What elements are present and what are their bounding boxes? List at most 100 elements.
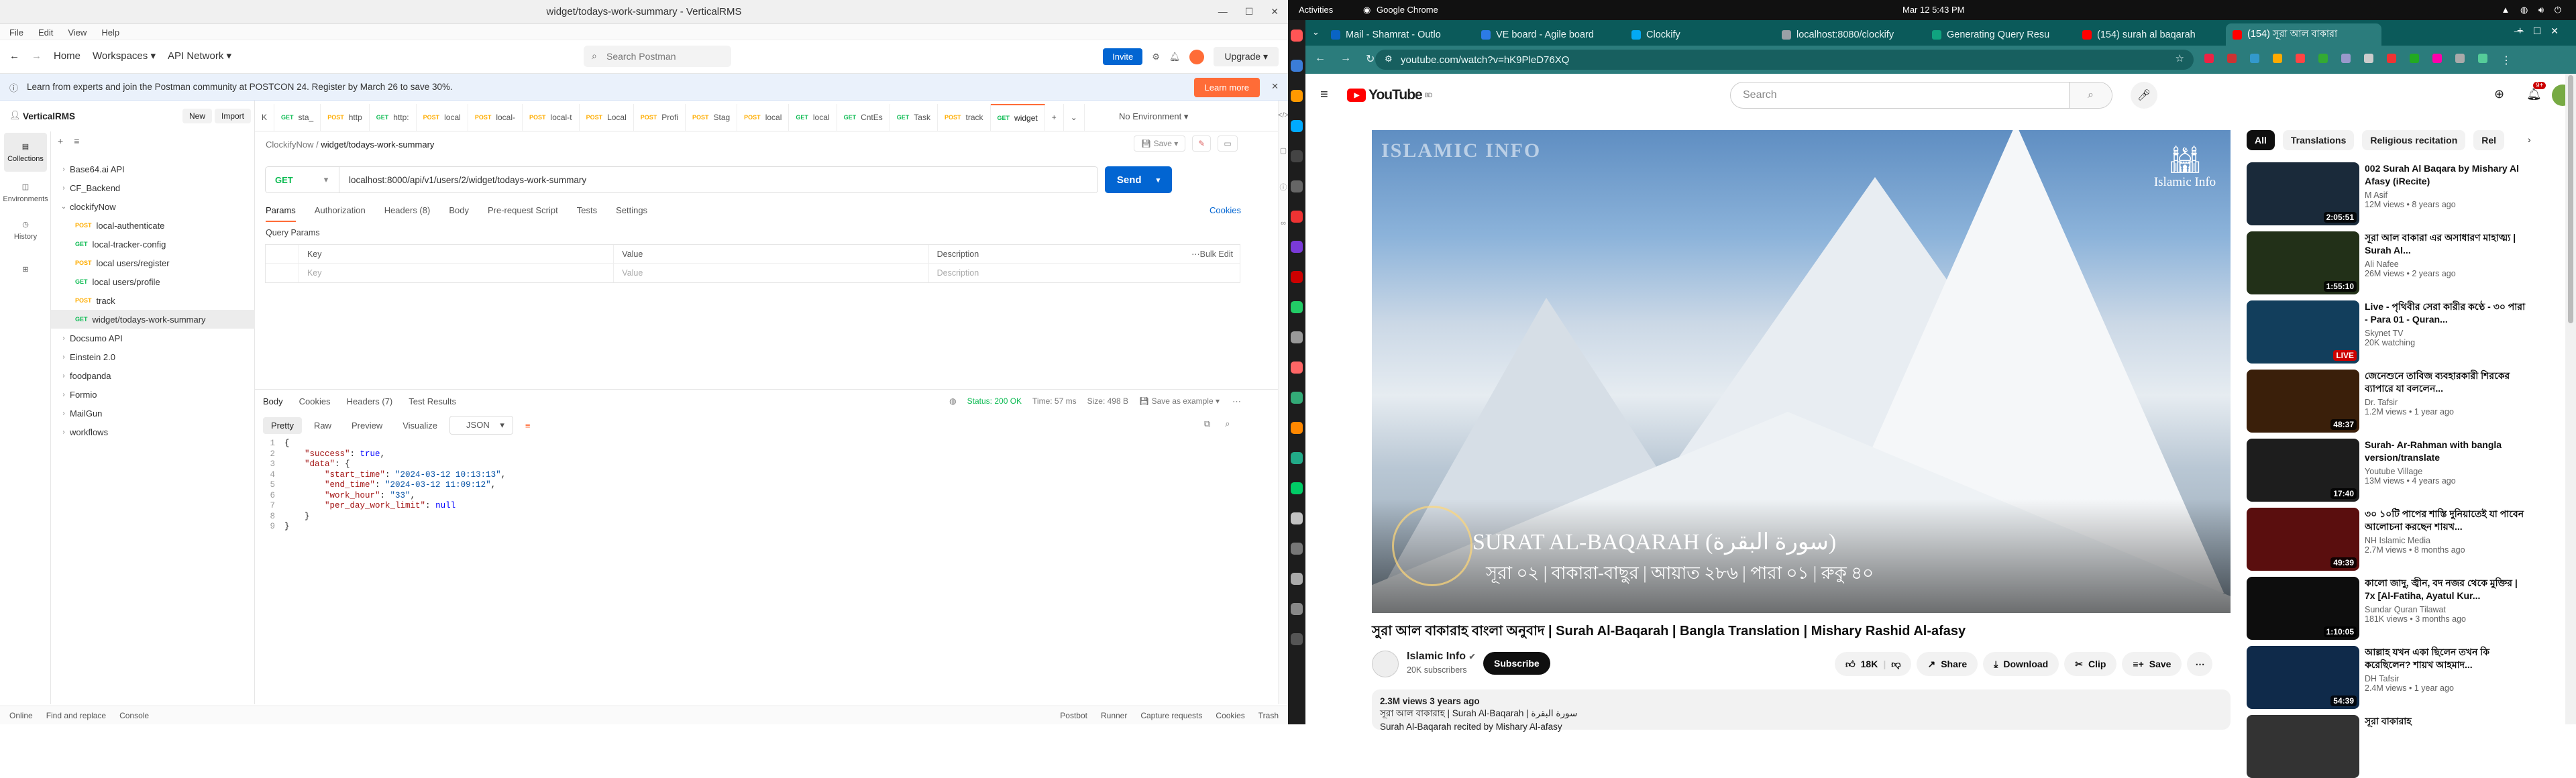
recommendation-channel[interactable]: Sundar Quran Tilawat [2365, 605, 2528, 614]
request-tab[interactable]: POST local [737, 104, 790, 131]
bell-icon[interactable]: 🔔︎ [1169, 52, 1181, 62]
dock-app-icon[interactable] [1291, 512, 1303, 524]
dock-app-icon[interactable] [1291, 422, 1303, 434]
thumbs-down-icon[interactable]: 👎︎ [1891, 659, 1900, 670]
recommendation-channel[interactable]: M Asif [2365, 190, 2528, 200]
chip[interactable]: All [2247, 130, 2275, 150]
response-tab[interactable]: Headers (7) [347, 396, 393, 406]
window-controls[interactable]: —☐✕ [2514, 25, 2568, 37]
new-button[interactable]: New [182, 109, 213, 123]
video-thumbnail[interactable]: 1:55:10 [2247, 231, 2359, 294]
menu-help[interactable]: Help [101, 27, 119, 38]
dock-app-icon[interactable] [1291, 392, 1303, 404]
tree-item[interactable]: GET local users/profile [51, 272, 255, 291]
browser-tab[interactable]: VE board - Agile board [1474, 23, 1619, 46]
recommendation-title[interactable]: আল্লাহ যখন একা ছিলেন তখন কি করেছিলেন? শা… [2365, 646, 2528, 671]
extension-icon[interactable] [2410, 54, 2419, 63]
rail-history[interactable]: ◷ History [4, 211, 47, 249]
menu-file[interactable]: File [9, 27, 23, 38]
rail-environments[interactable]: ◫ Environments [3, 173, 48, 212]
cookies-link[interactable]: Cookies [1210, 205, 1241, 215]
request-tab[interactable]: GET widget [990, 104, 1045, 131]
rail-collections[interactable]: ▤ Collections [4, 133, 47, 172]
tree-item[interactable]: POST track [51, 291, 255, 310]
status-console[interactable]: Console [119, 711, 149, 720]
filter-icon[interactable]: ≡ [74, 135, 79, 146]
tree-item[interactable]: › MailGun [51, 404, 255, 423]
system-tray[interactable]: ▲ ◍ 🔊︎ ⏻ [2501, 5, 2565, 15]
dock-app-icon[interactable] [1291, 573, 1303, 585]
maximize-icon[interactable]: ☐ [1245, 6, 1254, 17]
breadcrumb-parent[interactable]: ClockifyNow [266, 140, 314, 150]
app-name[interactable]: Google Chrome [1377, 5, 1438, 15]
dock-app-icon[interactable] [1291, 603, 1303, 615]
forward-arrow-icon[interactable]: → [32, 50, 42, 62]
recommendation-channel[interactable]: NH Islamic Media [2365, 536, 2528, 545]
forward-icon[interactable]: → [1340, 52, 1351, 66]
tabs-dropdown-icon[interactable]: ⌄ [1064, 104, 1085, 131]
tree-item[interactable]: › Base64.ai API [51, 160, 255, 178]
body-mode-pretty[interactable]: Pretty [263, 416, 302, 434]
status-capture[interactable]: Capture requests [1140, 711, 1202, 720]
dock-app-icon[interactable] [1291, 452, 1303, 464]
like-button[interactable]: 👍︎ 18K | 👎︎ [1835, 652, 1912, 676]
tree-item[interactable]: › Einstein 2.0 [51, 347, 255, 366]
notifications-icon[interactable]: 🔔︎ [2526, 87, 2542, 101]
recommendation-title[interactable]: জেনেশুনে তাবিজ ব্যবহারকারী শিরকের ব্যাপা… [2365, 370, 2528, 395]
back-icon[interactable]: ← [1315, 52, 1326, 66]
response-tab[interactable]: Cookies [299, 396, 331, 406]
recommendation-channel[interactable]: DH Tafsir [2365, 674, 2528, 683]
recommendation-title[interactable]: সূরা বাকারাহ [2365, 715, 2528, 728]
home-link[interactable]: Home [54, 50, 80, 62]
status-online[interactable]: Online [9, 711, 33, 720]
recommendation-channel[interactable]: Ali Nafee [2365, 260, 2528, 269]
request-tab[interactable]: POST Local [580, 104, 634, 131]
status-postbot[interactable]: Postbot [1060, 711, 1087, 720]
address-bar[interactable]: ⚙ youtube.com/watch?v=hK9PleD76XQ ☆ [1375, 50, 2194, 70]
tab-headers[interactable]: Headers (8) [384, 205, 431, 222]
tree-item[interactable]: POST local users/register [51, 254, 255, 272]
recommendation-item[interactable]: 2:05:51 002 Surah Al Baqara by Mishary Al… [2247, 162, 2528, 225]
recommendation-item[interactable]: 1:55:10 সূরা আল বাকারা এর অসাধারণ মাহাত্ম… [2247, 231, 2528, 294]
youtube-search-input[interactable]: Search ⌕ [1730, 82, 2112, 109]
extension-icon[interactable] [2250, 54, 2259, 63]
chips-next-icon[interactable]: › [2528, 134, 2531, 145]
chip[interactable]: Religious recitation [2362, 130, 2466, 150]
request-tab[interactable]: POST http [321, 104, 370, 131]
extension-icon[interactable] [2387, 54, 2396, 63]
browser-tab[interactable]: Generating Query Resu [1925, 23, 2070, 46]
workspaces-menu[interactable]: Workspaces ▾ [93, 50, 156, 62]
edit-icon[interactable]: ✎ [1192, 135, 1212, 152]
scrollbar[interactable] [2565, 74, 2576, 724]
menu-edit[interactable]: Edit [38, 27, 53, 38]
dock-app-icon[interactable] [1291, 60, 1303, 72]
channel-name[interactable]: Islamic Info ✔ [1407, 651, 1476, 663]
recommendation-title[interactable]: সূরা আল বাকারা এর অসাধারণ মাহাত্ম্য | Su… [2365, 231, 2528, 257]
video-thumbnail[interactable]: 49:39 [2247, 508, 2359, 571]
save-button[interactable]: 💾︎ Save ▾ [1134, 135, 1186, 152]
request-tab[interactable]: GET CntEs [837, 104, 890, 131]
status-trash[interactable]: Trash [1258, 711, 1279, 720]
avatar[interactable] [1189, 49, 1205, 64]
recommendation-title[interactable]: ৩০ ১০টি পাপের শাস্তি দুনিয়াতেই যা পাবেন… [2365, 508, 2528, 533]
dock-app-icon[interactable] [1291, 120, 1303, 132]
save-button[interactable]: ≡+ Save [2122, 652, 2182, 676]
video-thumbnail[interactable]: 1:10:05 [2247, 577, 2359, 640]
reload-icon[interactable]: ↻ [1366, 52, 1375, 66]
mic-icon[interactable]: 🎤︎ [2131, 82, 2157, 109]
dock-app-icon[interactable] [1291, 331, 1303, 343]
extension-icon[interactable] [2478, 54, 2487, 63]
recommendation-title[interactable]: 002 Surah Al Baqara by Mishary Al Afasy … [2365, 162, 2528, 188]
chip[interactable]: Rel [2473, 130, 2505, 150]
browser-tab[interactable]: Mail - Shamrat - Outlo [1324, 23, 1469, 46]
tree-item[interactable]: › workflows [51, 423, 255, 441]
docs-icon[interactable]: ▭ [1218, 135, 1238, 152]
body-mode-raw[interactable]: Raw [306, 417, 339, 434]
dock-app-icon[interactable] [1291, 241, 1303, 253]
extension-icon[interactable] [2296, 54, 2305, 63]
minimize-icon[interactable]: — [1218, 6, 1228, 17]
body-mode-preview[interactable]: Preview [343, 417, 390, 434]
body-mode-visualize[interactable]: Visualize [394, 417, 445, 434]
extension-icon[interactable] [2341, 54, 2351, 63]
new-tab-icon[interactable]: + [1045, 104, 1064, 131]
